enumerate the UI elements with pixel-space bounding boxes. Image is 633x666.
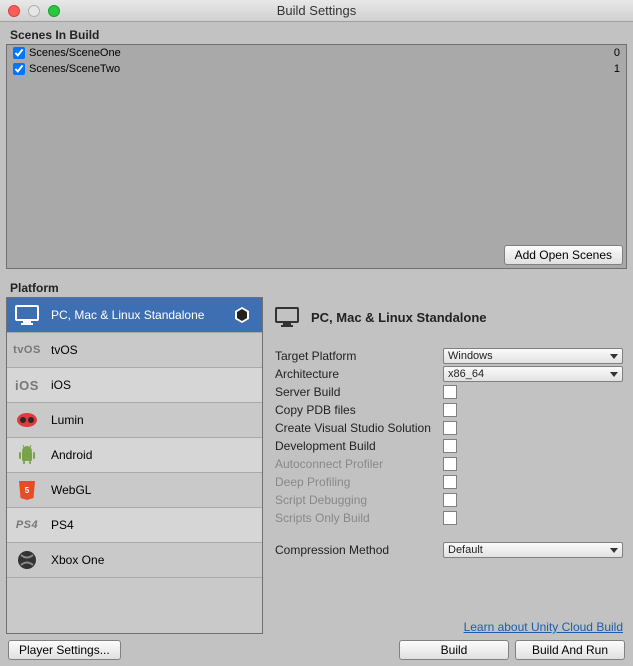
platform-item-webgl[interactable]: 5 WebGL bbox=[7, 473, 262, 508]
scene-index: 1 bbox=[614, 63, 620, 75]
target-platform-label: Target Platform bbox=[275, 349, 443, 363]
xbox-icon bbox=[15, 548, 39, 572]
platform-section-label: Platform bbox=[6, 275, 263, 297]
window-titlebar: Build Settings bbox=[0, 0, 633, 22]
platform-item-standalone[interactable]: PC, Mac & Linux Standalone bbox=[7, 298, 262, 333]
platform-label: Xbox One bbox=[51, 553, 104, 567]
autoconnect-checkbox bbox=[443, 457, 457, 471]
scripts-only-checkbox bbox=[443, 511, 457, 525]
scene-checkbox[interactable] bbox=[13, 47, 25, 59]
add-open-scenes-button[interactable]: Add Open Scenes bbox=[504, 245, 623, 265]
platform-label: PC, Mac & Linux Standalone bbox=[51, 308, 204, 322]
monitor-icon bbox=[15, 303, 39, 327]
platform-label: Lumin bbox=[51, 413, 84, 427]
platform-label: WebGL bbox=[51, 483, 91, 497]
platform-item-ps4[interactable]: PS4 PS4 bbox=[7, 508, 262, 543]
target-platform-select[interactable]: Windows bbox=[443, 348, 623, 364]
tvos-icon: tvOS bbox=[15, 338, 39, 362]
platform-item-android[interactable]: Android bbox=[7, 438, 262, 473]
cloud-build-link[interactable]: Learn about Unity Cloud Build bbox=[275, 620, 623, 634]
player-settings-button[interactable]: Player Settings... bbox=[8, 640, 121, 660]
scene-index: 0 bbox=[614, 47, 620, 59]
unity-logo-icon bbox=[230, 303, 254, 327]
platform-item-lumin[interactable]: Lumin bbox=[7, 403, 262, 438]
build-and-run-button[interactable]: Build And Run bbox=[515, 640, 625, 660]
copy-pdb-checkbox[interactable] bbox=[443, 403, 457, 417]
build-details-panel: . PC, Mac & Linux Standalone Target Plat… bbox=[271, 275, 627, 634]
scene-row[interactable]: Scenes/SceneTwo 1 bbox=[7, 61, 626, 77]
platform-item-xbox[interactable]: Xbox One bbox=[7, 543, 262, 578]
script-debug-checkbox bbox=[443, 493, 457, 507]
scene-row[interactable]: Scenes/SceneOne 0 bbox=[7, 45, 626, 61]
details-title: PC, Mac & Linux Standalone bbox=[311, 310, 487, 325]
create-vs-label: Create Visual Studio Solution bbox=[275, 421, 443, 435]
monitor-icon bbox=[275, 305, 299, 329]
build-button[interactable]: Build bbox=[399, 640, 509, 660]
platform-label: tvOS bbox=[51, 343, 78, 357]
deep-profiling-checkbox bbox=[443, 475, 457, 489]
ios-icon: iOS bbox=[15, 373, 39, 397]
scene-checkbox[interactable] bbox=[13, 63, 25, 75]
scripts-only-label: Scripts Only Build bbox=[275, 511, 443, 525]
autoconnect-label: Autoconnect Profiler bbox=[275, 457, 443, 471]
dev-build-checkbox[interactable] bbox=[443, 439, 457, 453]
platform-item-tvos[interactable]: tvOS tvOS bbox=[7, 333, 262, 368]
architecture-select[interactable]: x86_64 bbox=[443, 366, 623, 382]
script-debug-label: Script Debugging bbox=[275, 493, 443, 507]
svg-text:5: 5 bbox=[25, 486, 30, 495]
scene-path: Scenes/SceneOne bbox=[29, 47, 121, 59]
scenes-list: Scenes/SceneOne 0 Scenes/SceneTwo 1 Add … bbox=[6, 44, 627, 269]
platform-label: PS4 bbox=[51, 518, 74, 532]
compression-label: Compression Method bbox=[275, 543, 443, 557]
platform-list: PC, Mac & Linux Standalone tvOS tvOS iOS… bbox=[6, 297, 263, 634]
android-icon bbox=[15, 443, 39, 467]
details-header: PC, Mac & Linux Standalone bbox=[275, 297, 623, 337]
platform-label: Android bbox=[51, 448, 92, 462]
architecture-label: Architecture bbox=[275, 367, 443, 381]
create-vs-checkbox[interactable] bbox=[443, 421, 457, 435]
scenes-section-label: Scenes In Build bbox=[6, 22, 627, 44]
compression-select[interactable]: Default bbox=[443, 542, 623, 558]
server-build-checkbox[interactable] bbox=[443, 385, 457, 399]
server-build-label: Server Build bbox=[275, 385, 443, 399]
platform-item-ios[interactable]: iOS iOS bbox=[7, 368, 262, 403]
platform-label: iOS bbox=[51, 378, 71, 392]
copy-pdb-label: Copy PDB files bbox=[275, 403, 443, 417]
scene-path: Scenes/SceneTwo bbox=[29, 63, 120, 75]
html5-icon: 5 bbox=[15, 478, 39, 502]
dev-build-label: Development Build bbox=[275, 439, 443, 453]
window-title: Build Settings bbox=[0, 3, 633, 18]
deep-profiling-label: Deep Profiling bbox=[275, 475, 443, 489]
lumin-icon bbox=[15, 408, 39, 432]
ps4-icon: PS4 bbox=[15, 513, 39, 537]
